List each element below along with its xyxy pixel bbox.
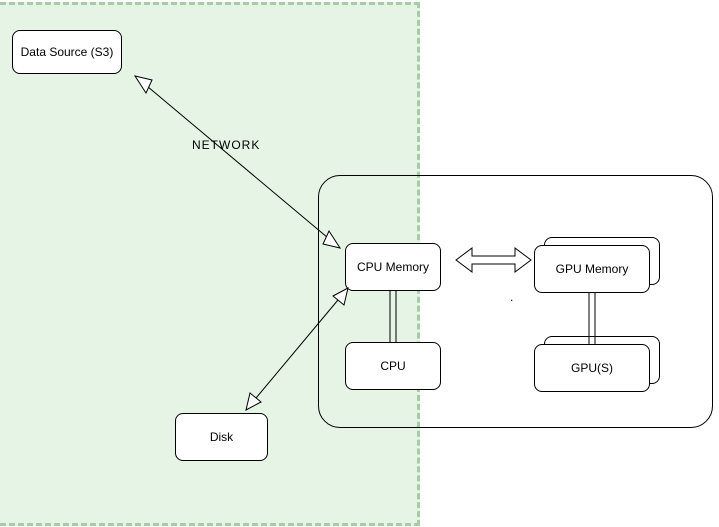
node-disk: Disk <box>175 413 268 461</box>
decor-dot: . <box>510 290 513 304</box>
diagram-stage: Data Source (S3) CPU Memory CPU GPU Memo… <box>0 0 719 527</box>
node-gpus-label: GPU(S) <box>571 361 613 375</box>
node-cpu-memory: CPU Memory <box>345 243 441 291</box>
node-cpu: CPU <box>345 342 441 390</box>
node-cpu-label: CPU <box>380 359 405 373</box>
edge-network-label: NETWORK <box>192 138 260 152</box>
node-gpu-memory-label: GPU Memory <box>556 262 629 276</box>
node-data-source: Data Source (S3) <box>12 30 122 74</box>
node-disk-label: Disk <box>210 430 233 444</box>
node-gpus: GPU(S) <box>534 344 650 392</box>
node-cpu-memory-label: CPU Memory <box>357 260 429 274</box>
compute-container <box>318 175 713 428</box>
node-gpu-memory: GPU Memory <box>534 245 650 293</box>
node-data-source-label: Data Source (S3) <box>21 45 114 59</box>
